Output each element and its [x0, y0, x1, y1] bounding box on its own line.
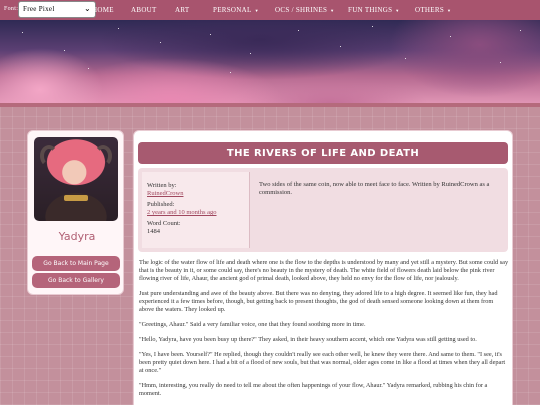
back-to-main-button[interactable]: Go Back to Main Page [32, 256, 120, 271]
font-select[interactable]: Free Pixel ⌄ [18, 1, 96, 18]
story-summary: Two sides of the same coin, now able to … [259, 181, 490, 196]
horn-right [94, 145, 112, 167]
story-meta: Written by: RuinedCrown Published: 2 yea… [142, 172, 250, 248]
character-name: Yadyra [58, 230, 96, 243]
nav-ocs-shrines[interactable]: OCS / SHRINES ▼ [275, 6, 334, 14]
nav-personal[interactable]: PERSONAL ▼ [213, 6, 259, 14]
chevron-down-icon: ⌄ [83, 4, 91, 13]
font-select-value: Free Pixel [23, 5, 55, 13]
caret-down-icon: ▼ [395, 7, 400, 13]
published-label: Published: [147, 201, 175, 208]
story-paragraph: "Yes, I have been. Yourself?" He replied… [139, 351, 506, 374]
story-paragraph: "Hello, Yadyra, have you been busy up th… [139, 336, 477, 343]
written-by-label: Written by: [147, 182, 177, 189]
horn-left [40, 145, 58, 167]
author-link[interactable]: RuinedCrown [147, 190, 244, 198]
caret-down-icon: ▼ [254, 7, 259, 13]
back-to-gallery-button[interactable]: Go Back to Gallery [32, 273, 120, 288]
word-count-value: 1484 [147, 228, 160, 235]
nav-others[interactable]: OTHERS ▼ [415, 6, 451, 14]
story-paragraph: "Hmm, interesting, you really do need to… [139, 382, 488, 397]
top-nav: Font: Free Pixel ⌄ HOME ABOUT ART PERSON… [0, 0, 540, 20]
caret-down-icon: ▼ [447, 7, 452, 13]
caret-down-icon: ▼ [330, 7, 335, 13]
nav-home[interactable]: HOME [92, 6, 114, 14]
word-count-label: Word Count: [147, 220, 181, 227]
story-body: The logic of the water flow of life and … [139, 259, 509, 405]
nav-about[interactable]: ABOUT [131, 6, 157, 14]
header-banner [0, 20, 540, 106]
nav-fun-things[interactable]: FUN THINGS ▼ [348, 6, 400, 14]
published-date: 2 years and 10 months ago [147, 209, 217, 216]
story-paragraph: Just pure understanding and awe of the b… [139, 290, 498, 313]
story-paragraph: "Greetings, Ahaur." Said a very familiar… [139, 321, 366, 328]
character-avatar [34, 137, 118, 221]
font-label: Font: [4, 6, 19, 12]
nav-art[interactable]: ART [175, 6, 189, 14]
collar [64, 195, 88, 201]
story-paragraph: The logic of the water flow of life and … [139, 259, 509, 282]
story-title: THE RIVERS OF LIFE AND DEATH [138, 142, 508, 164]
banner-divider [0, 103, 540, 107]
